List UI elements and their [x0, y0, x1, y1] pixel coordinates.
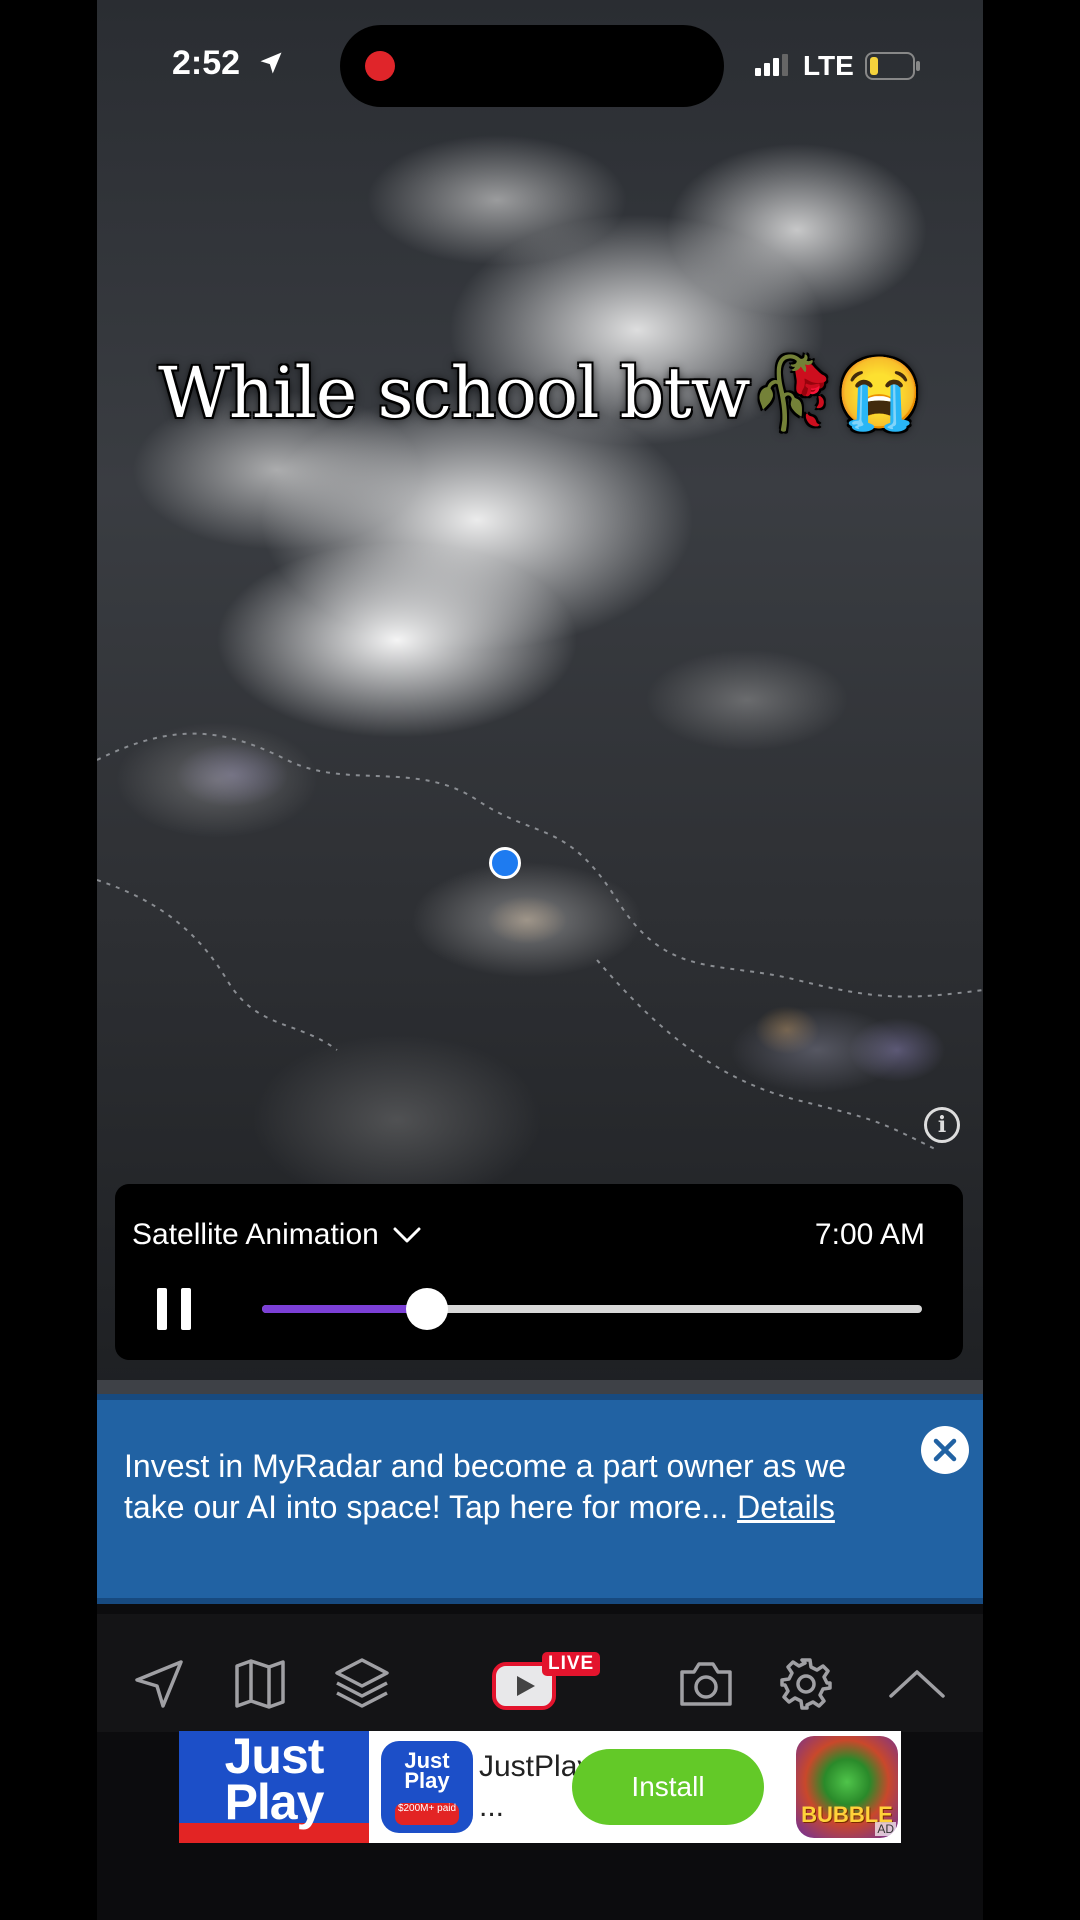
- timeline-progress-fill: [262, 1305, 427, 1313]
- pause-bar-left: [157, 1288, 167, 1330]
- ad-brand-image: Just Play: [179, 1731, 369, 1843]
- ad-install-button[interactable]: Install: [572, 1749, 764, 1825]
- screen-recording-indicator-icon: [365, 51, 395, 81]
- youtube-live-button[interactable]: LIVE: [492, 1652, 602, 1712]
- animation-timeline-slider[interactable]: [262, 1288, 922, 1330]
- animation-timestamp: 7:00 AM: [814, 1218, 925, 1251]
- settings-gear-icon[interactable]: [778, 1656, 834, 1712]
- cellular-signal-icon: [755, 54, 788, 76]
- promo-details-link[interactable]: Details: [737, 1489, 835, 1525]
- promo-banner[interactable]: Invest in MyRadar and become a part owne…: [97, 1394, 983, 1604]
- info-icon[interactable]: i: [924, 1107, 960, 1143]
- phone-screen: 2:52 LTE While school btw🥀😭 i Satellite …: [97, 0, 983, 1920]
- pause-button[interactable]: [157, 1288, 191, 1330]
- dynamic-island: [340, 25, 724, 107]
- video-caption: While school btw🥀😭: [158, 352, 923, 434]
- location-services-icon: [260, 52, 282, 74]
- navigation-arrow-icon[interactable]: [131, 1656, 187, 1712]
- layers-icon[interactable]: [333, 1656, 391, 1712]
- ad-game-image: BUBBLE AD: [796, 1736, 898, 1838]
- live-badge: LIVE: [542, 1652, 601, 1676]
- promo-close-button[interactable]: [921, 1426, 969, 1474]
- ad-title: JustPlay: ...: [479, 1750, 601, 1823]
- current-location-marker: [489, 847, 521, 879]
- ad-app-icon-subtext: $200M+ paid: [395, 1803, 459, 1825]
- animation-layer-dropdown[interactable]: Satellite Animation: [132, 1218, 421, 1252]
- ad-brand-logo: Just Play: [224, 1731, 325, 1830]
- ad-app-icon-text: Just Play: [404, 1748, 450, 1793]
- bottom-toolbar: LIVE: [97, 1614, 983, 1732]
- ad-badge: AD: [875, 1822, 896, 1836]
- map-borders: [97, 732, 983, 1151]
- satellite-map[interactable]: [97, 0, 983, 1390]
- animation-control-panel: Satellite Animation 7:00 AM: [115, 1184, 963, 1360]
- status-time: 2:52: [172, 44, 241, 82]
- map-icon[interactable]: [232, 1656, 288, 1712]
- pause-bar-right: [181, 1288, 191, 1330]
- ad-banner[interactable]: Just Play Just Play $200M+ paid JustPlay…: [179, 1731, 901, 1843]
- chevron-down-icon: [393, 1227, 421, 1243]
- network-type: LTE: [803, 50, 854, 81]
- timeline-slider-thumb[interactable]: [406, 1288, 448, 1330]
- camera-icon[interactable]: [676, 1656, 736, 1712]
- close-icon: [933, 1438, 957, 1462]
- status-bar: 2:52 LTE: [97, 0, 983, 110]
- battery-low-icon: [865, 52, 920, 80]
- ad-app-icon: Just Play $200M+ paid: [381, 1741, 473, 1833]
- map-bottom-edge: [97, 1380, 983, 1394]
- chevron-up-icon[interactable]: [887, 1656, 947, 1712]
- promo-text: Invest in MyRadar and become a part owne…: [124, 1446, 884, 1528]
- animation-layer-label: Satellite Animation: [132, 1218, 379, 1251]
